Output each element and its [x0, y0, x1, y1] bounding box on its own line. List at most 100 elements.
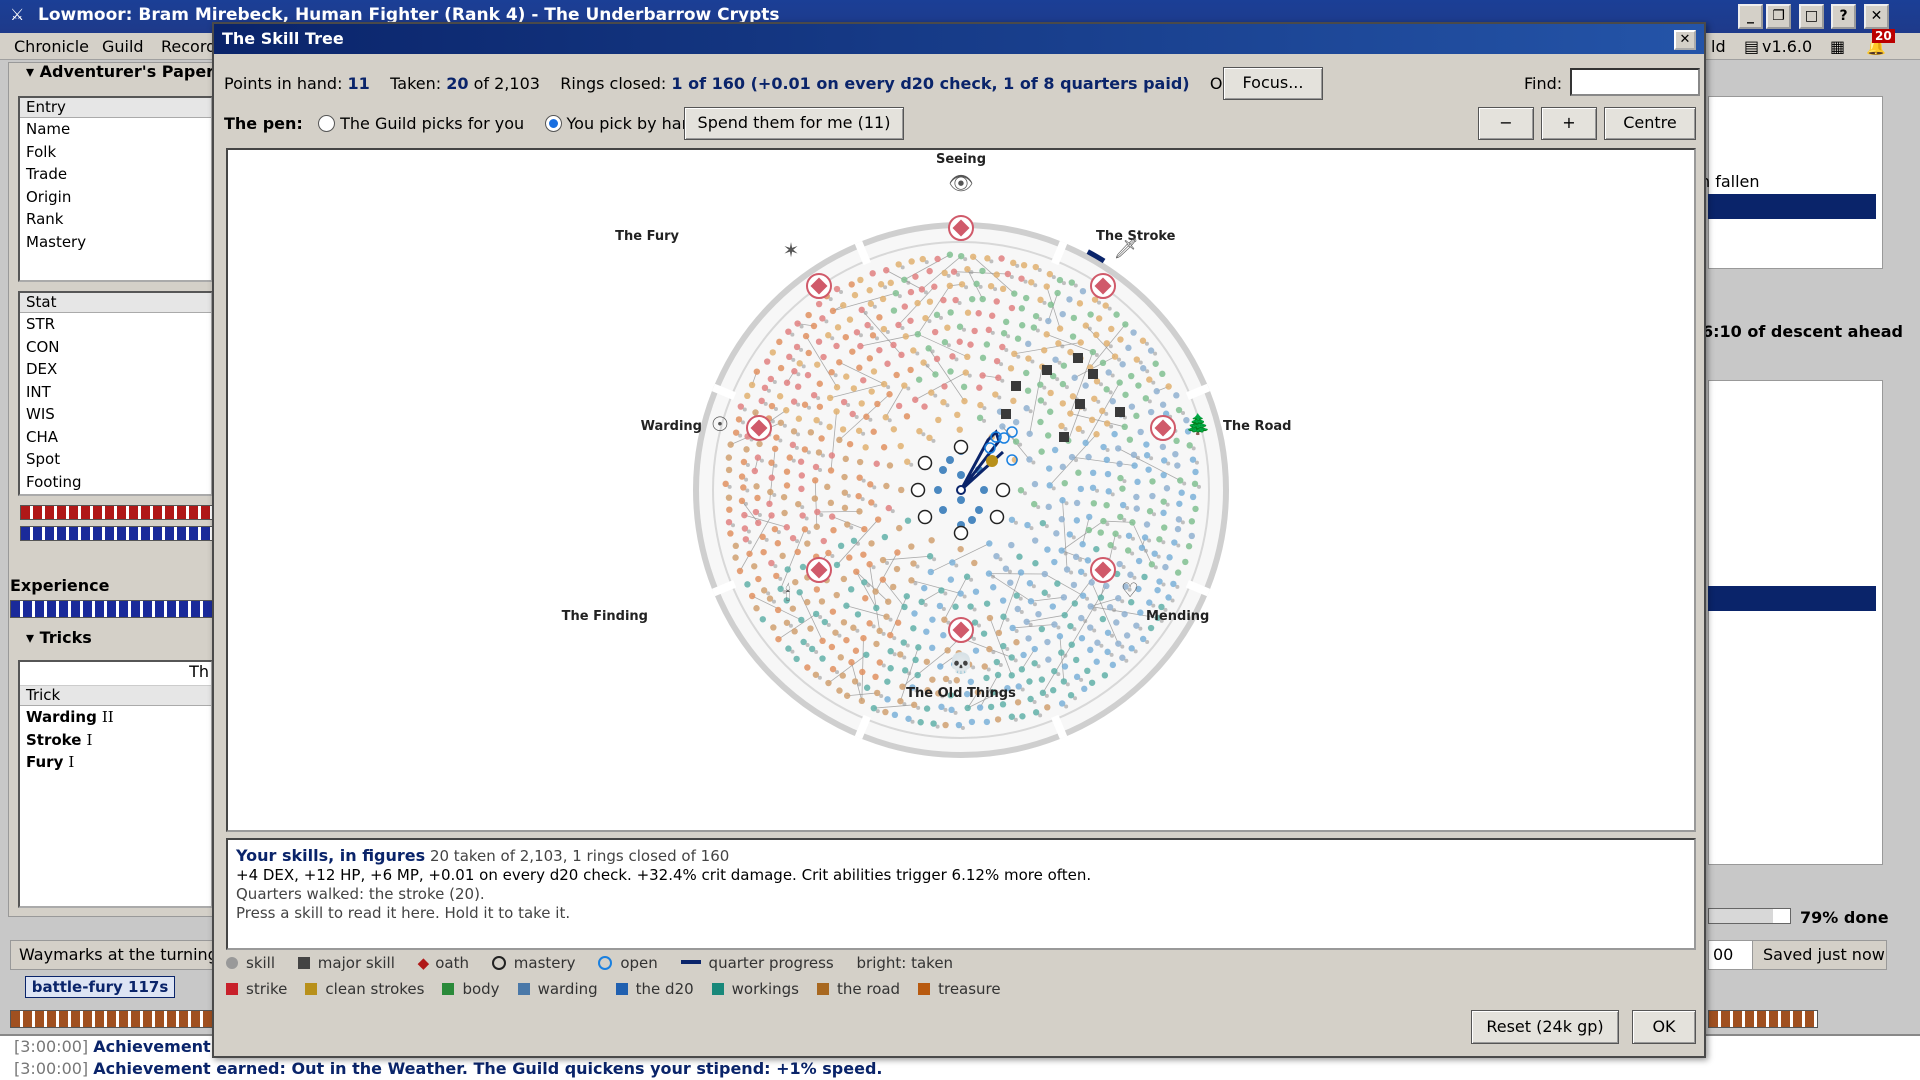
skill-node-minor[interactable] — [1006, 334, 1011, 339]
skill-node-minor[interactable] — [923, 290, 928, 295]
skill-node[interactable] — [1108, 325, 1115, 333]
skill-node[interactable] — [1159, 401, 1167, 408]
skill-node[interactable] — [811, 495, 819, 502]
skill-node-minor[interactable] — [778, 576, 783, 581]
skill-node[interactable] — [915, 376, 923, 383]
skill-node[interactable] — [846, 316, 854, 323]
skill-node[interactable] — [771, 445, 779, 452]
skill-node[interactable] — [884, 696, 891, 703]
skill-node[interactable] — [987, 703, 995, 711]
skill-node-minor[interactable] — [1036, 664, 1041, 669]
skill-node[interactable] — [1037, 418, 1044, 426]
skill-node-minor[interactable] — [1004, 348, 1009, 353]
skill-node[interactable] — [1038, 676, 1046, 683]
skill-node-minor[interactable] — [962, 594, 967, 599]
skill-node[interactable] — [903, 593, 910, 600]
skill-node[interactable] — [979, 267, 986, 275]
skill-node[interactable] — [726, 506, 733, 513]
skill-node[interactable] — [999, 285, 1007, 293]
skill-node[interactable] — [744, 581, 751, 588]
skill-node[interactable] — [1160, 509, 1167, 517]
skill-node-minor[interactable] — [764, 537, 769, 542]
skill-node[interactable] — [1082, 382, 1089, 389]
skill-node-minor[interactable] — [900, 325, 905, 330]
skill-node[interactable] — [837, 654, 844, 661]
skill-node-minor[interactable] — [1057, 360, 1062, 365]
skill-node-minor[interactable] — [998, 557, 1003, 562]
skill-node[interactable] — [968, 295, 976, 303]
skill-node[interactable] — [874, 516, 882, 523]
skill-node-minor[interactable] — [902, 655, 907, 660]
skill-node[interactable] — [858, 697, 866, 705]
skill-node-minor[interactable] — [998, 663, 1003, 668]
skill-node[interactable] — [813, 523, 821, 530]
stat-list[interactable]: Stat STR CON DEX INT WIS CHA Spot Footing — [18, 291, 213, 496]
skill-node[interactable] — [883, 482, 890, 490]
mastery-node[interactable] — [917, 509, 933, 525]
skill-node-minor[interactable] — [953, 710, 958, 715]
skill-node-minor[interactable] — [871, 565, 876, 570]
skill-node[interactable] — [775, 635, 782, 643]
skill-node-minor[interactable] — [795, 539, 800, 544]
tricks-title[interactable]: ▾ Tricks — [26, 628, 92, 647]
skill-node-minor[interactable] — [999, 362, 1004, 367]
skill-node[interactable] — [752, 409, 759, 416]
skill-node[interactable] — [836, 359, 843, 366]
skill-node[interactable] — [894, 549, 901, 556]
skill-node[interactable] — [1159, 370, 1166, 378]
skill-node-minor[interactable] — [819, 512, 824, 517]
skill-node[interactable] — [1010, 397, 1017, 405]
skill-node-minor[interactable] — [900, 265, 905, 270]
skill-node-minor[interactable] — [881, 663, 886, 668]
skill-node-minor[interactable] — [1097, 300, 1102, 305]
skill-node-minor[interactable] — [921, 432, 926, 437]
skill-node[interactable] — [1041, 570, 1048, 578]
skill-node[interactable] — [842, 455, 849, 463]
skill-node[interactable] — [1192, 468, 1199, 476]
calendar-icon[interactable]: ▦ — [1830, 37, 1845, 56]
skill-node-minor[interactable] — [1092, 628, 1097, 633]
skill-node[interactable] — [914, 671, 921, 679]
skill-node[interactable] — [983, 674, 990, 682]
skill-node-minor[interactable] — [1064, 501, 1069, 506]
entry-list[interactable]: Entry Name Folk Trade Origin Rank Mastery — [18, 96, 213, 282]
dialog-close-button[interactable]: ✕ — [1674, 30, 1696, 50]
skill-node[interactable] — [1061, 611, 1068, 619]
skill-node[interactable] — [768, 512, 775, 519]
restore-button[interactable]: ❐ — [1766, 4, 1791, 29]
skill-node-minor[interactable] — [1020, 687, 1025, 692]
mastery-node[interactable] — [953, 525, 969, 541]
skill-node-minor[interactable] — [945, 403, 950, 408]
skill-node[interactable] — [979, 372, 986, 379]
skill-node[interactable] — [852, 647, 860, 654]
skill-node-minor[interactable] — [1094, 353, 1099, 358]
skill-node-minor[interactable] — [1016, 354, 1021, 359]
skill-node[interactable] — [912, 656, 919, 664]
skill-node[interactable] — [1016, 553, 1023, 560]
skill-node[interactable] — [825, 679, 832, 687]
skill-node-minor[interactable] — [1109, 424, 1114, 429]
skill-node-minor[interactable] — [806, 450, 811, 455]
skill-node[interactable] — [1008, 304, 1016, 312]
skill-node-minor[interactable] — [897, 294, 902, 299]
skill-node[interactable] — [1038, 625, 1046, 633]
skill-node-minor[interactable] — [1147, 399, 1152, 404]
skill-node[interactable] — [976, 384, 983, 391]
entry-row[interactable]: Mastery — [20, 231, 211, 254]
skill-node[interactable] — [813, 586, 821, 593]
skill-node-minor[interactable] — [833, 373, 838, 378]
skill-node[interactable] — [764, 358, 771, 365]
skill-node-minor[interactable] — [1197, 484, 1202, 489]
skill-node[interactable] — [846, 554, 853, 561]
skill-node-minor[interactable] — [796, 432, 801, 437]
skill-node-minor[interactable] — [1029, 526, 1034, 531]
skill-node[interactable] — [1119, 485, 1126, 492]
skill-node[interactable] — [1045, 317, 1052, 325]
skill-node[interactable] — [907, 366, 914, 374]
skill-node[interactable] — [868, 540, 875, 547]
skill-node[interactable] — [940, 632, 947, 639]
skill-node-minor[interactable] — [1061, 281, 1066, 286]
skill-node-minor[interactable] — [956, 272, 961, 277]
skill-node-minor[interactable] — [800, 505, 805, 510]
skill-node[interactable] — [979, 295, 986, 303]
